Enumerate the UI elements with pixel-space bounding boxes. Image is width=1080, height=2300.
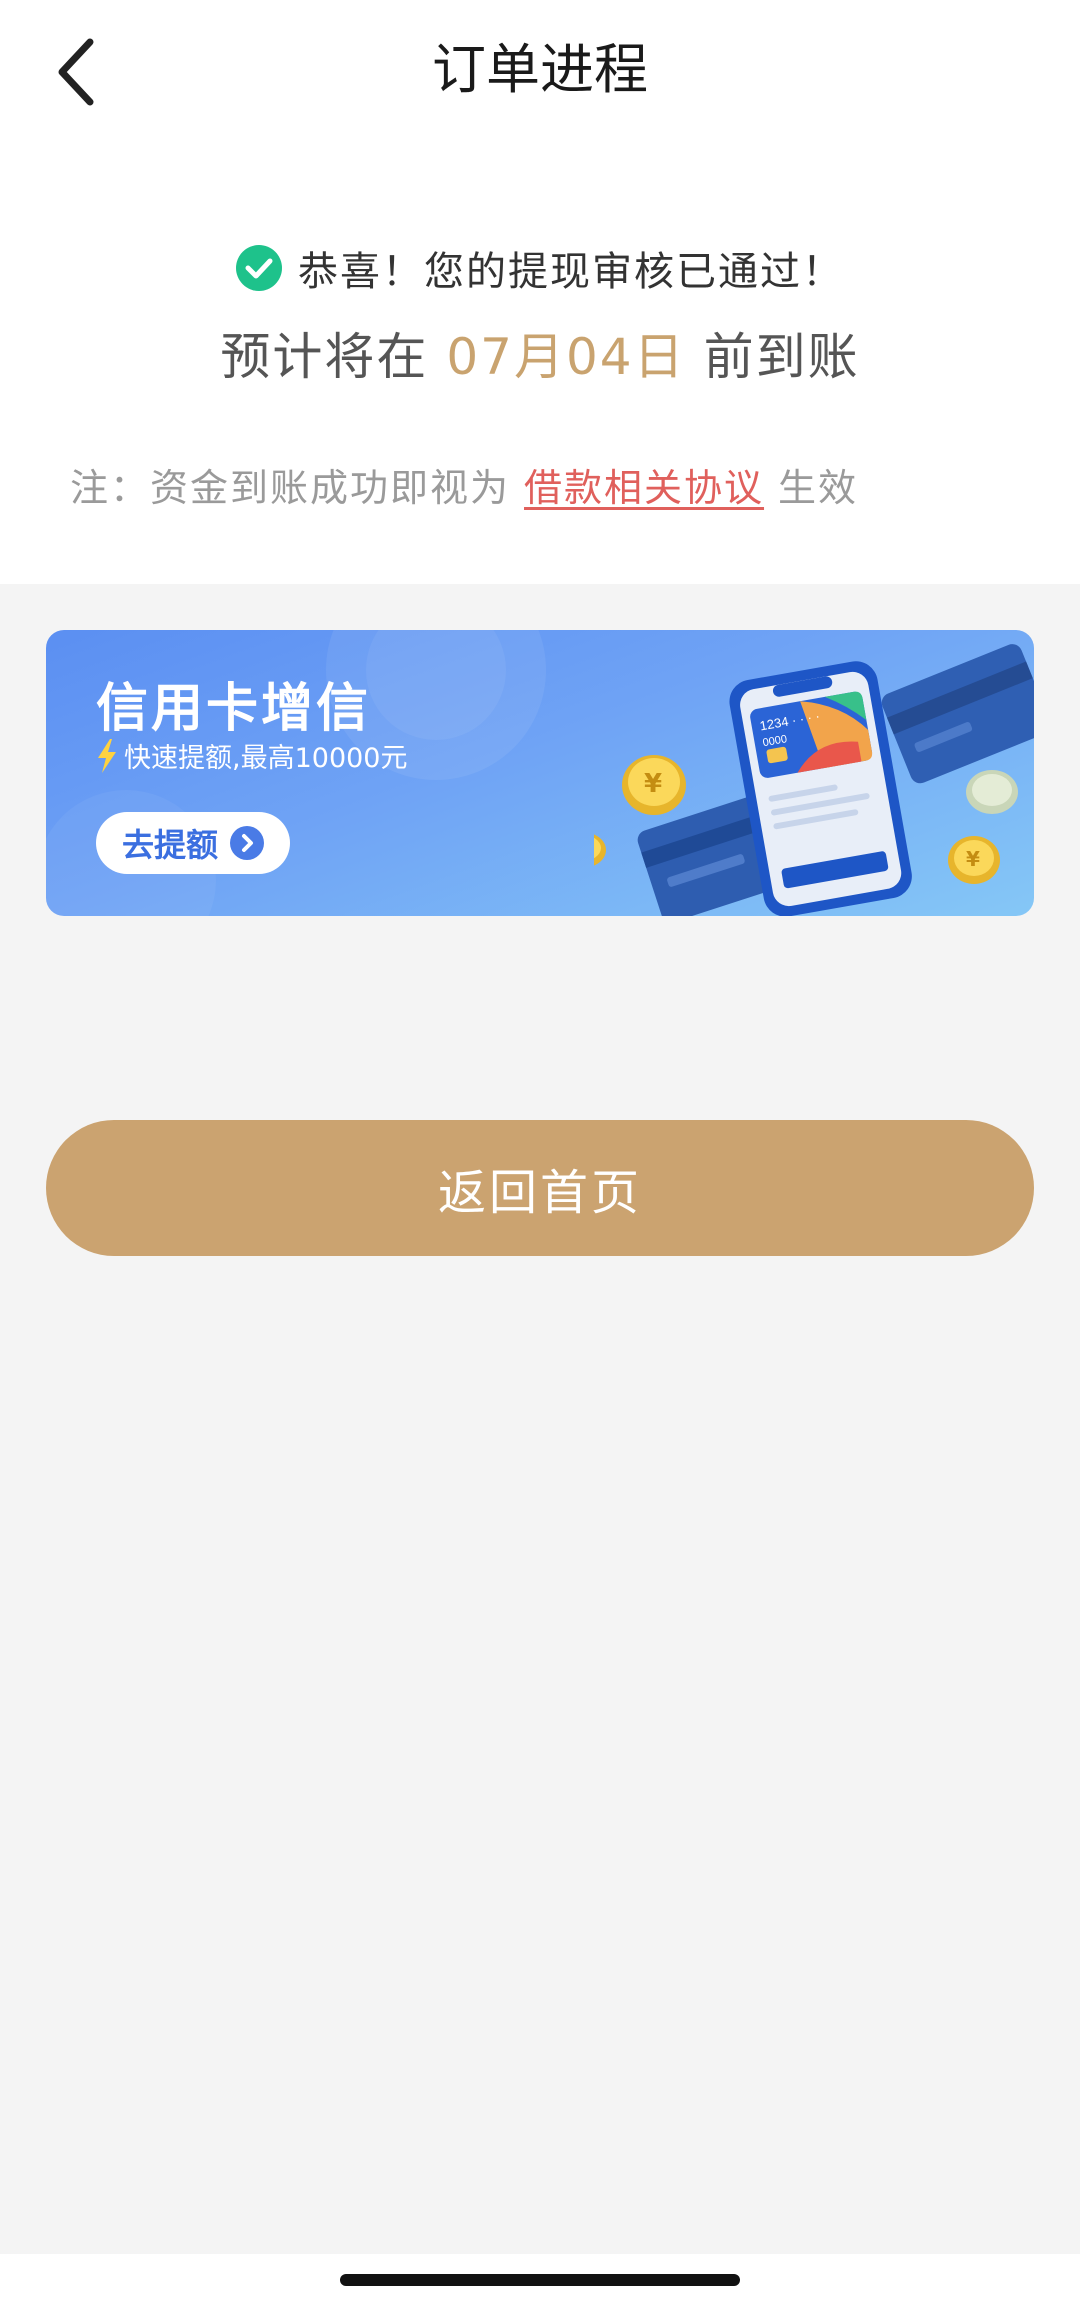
success-text: 恭喜！您的提现审核已通过！ [298,249,844,295]
coin-right-icon: ¥ [948,836,1000,884]
lightning-bolt-icon [98,738,116,773]
home-indicator[interactable] [340,2274,740,2286]
coin-silver-icon [966,770,1018,814]
banner-title: 信用卡增信 [96,679,372,739]
eta-date: 07月04日 [446,328,686,386]
banner-subtitle: 快速提额,最高10000元 [96,736,407,775]
nav-bar: 订单进程 [0,0,1080,140]
bank-card-back-icon [881,644,1034,784]
svg-text:¥: ¥ [644,769,662,799]
arrow-right-circle-icon [230,826,264,860]
coin-small-icon [594,834,606,866]
credit-card-boost-banner[interactable]: 信用卡增信 快速提额,最高10000元 去提额 1234 · · · · 000… [46,630,1034,916]
svg-text:¥: ¥ [966,847,980,871]
status-section: 订单进程 恭喜！您的提现审核已通过！ 预计将在 07月04日 前到账 注：资金到账成… [0,0,1080,584]
note-prefix: 注：资金到账成功即视为 [70,466,511,510]
banner-subtitle-text: 快速提额,最高10000元 [124,743,408,774]
return-home-label: 返回首页 [437,1165,642,1221]
return-home-button[interactable]: 返回首页 [46,1120,1034,1256]
arrival-estimate: 预计将在 07月04日 前到账 [0,322,1080,392]
eta-suffix: 前到账 [703,328,860,386]
order-progress-page: 订单进程 恭喜！您的提现审核已通过！ 预计将在 07月04日 前到账 注：资金到账成… [0,0,1080,2300]
boost-limit-button[interactable]: 去提额 [96,812,290,874]
phone-card-illustration: 1234 · · · · 0000 ¥ ¥ [594,644,1034,916]
boost-limit-label: 去提额 [121,826,218,864]
check-circle-icon [236,245,282,291]
loan-agreement-link[interactable]: 借款相关协议 [524,466,764,510]
success-message: 恭喜！您的提现审核已通过！ [0,236,1080,300]
coin-icon: ¥ [622,755,686,815]
page-title: 订单进程 [432,38,648,101]
note-suffix: 生效 [778,466,859,510]
agreement-note: 注：资金到账成功即视为 借款相关协议 生效 [70,458,1030,518]
eta-prefix: 预计将在 [220,328,429,386]
